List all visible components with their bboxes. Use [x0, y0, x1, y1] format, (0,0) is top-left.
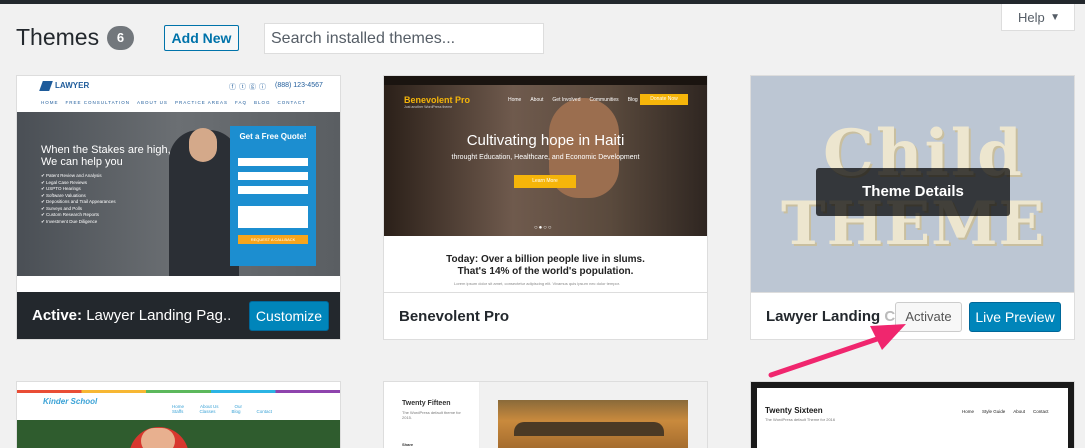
- preview-learn-more: Learn More: [514, 175, 576, 188]
- preview-lower: Today: Over a billion people live in slu…: [384, 236, 707, 292]
- preview-stripe: [17, 390, 340, 393]
- preview-topbar: [384, 76, 707, 85]
- theme-details-button[interactable]: Theme Details: [816, 168, 1010, 216]
- theme-card-kinder-school[interactable]: Kinder School Home About Us Our Staffs Clas…: [16, 381, 341, 448]
- theme-screenshot[interactable]: Benevolent Pro Just another WordPress th…: [384, 76, 707, 292]
- preview-nav: Home About Us Our Staffs Classes Blog Contact: [172, 404, 272, 414]
- theme-name: Active: Lawyer Landing Pag...: [32, 307, 232, 324]
- preview-donate-button: Donate Now: [640, 94, 688, 105]
- person-head: [189, 128, 217, 162]
- admin-top-bar: [0, 0, 1085, 4]
- help-label: Help: [1018, 10, 1045, 25]
- social-icons: ⓕⓣⓖⓘ: [229, 84, 269, 91]
- preview-quote-form: Get a Free Quote! REQUEST A CALLBACK: [230, 126, 316, 266]
- preview-logo: Kinder School: [43, 397, 98, 406]
- customize-button[interactable]: Customize: [249, 301, 329, 331]
- preview-title: Twenty Fifteen: [402, 400, 451, 407]
- preview-headline: Cultivating hope in Haiti: [466, 132, 625, 149]
- preview-nav: Home Style Guide About Contact: [962, 409, 1049, 414]
- page-title: Themes: [16, 24, 100, 50]
- preview-list: ✔ Patent Review and Analysis ✔ Legal Cas…: [41, 173, 116, 224]
- theme-screenshot[interactable]: Child THEME Theme Details: [751, 76, 1074, 292]
- preview-subline: throught Education, Healthcare, and Econ…: [451, 154, 640, 161]
- preview-subtitle: The WordPress default Theme for 2016: [765, 417, 836, 422]
- theme-card-twenty-fifteen[interactable]: Twenty Fifteen The WordPress default the…: [383, 381, 708, 448]
- live-preview-button[interactable]: Live Preview: [969, 302, 1061, 332]
- preview-logo: LAWYER: [55, 81, 90, 90]
- add-new-button[interactable]: Add New: [164, 25, 239, 51]
- theme-card-lawyer-landing[interactable]: LAWYER ⓕⓣⓖⓘ (888) 123-4567 HOME FREE CONS…: [16, 75, 341, 340]
- theme-count-badge: 6: [107, 26, 134, 50]
- preview-share: Share: [402, 442, 414, 447]
- preview-subtitle: The WordPress default theme for 2015.: [402, 410, 461, 420]
- theme-card-twenty-sixteen[interactable]: Twenty Sixteen The WordPress default The…: [750, 381, 1075, 448]
- preview-nav: HOME FREE CONSULTATION ABOUT US PRACTICE AR…: [41, 100, 306, 105]
- help-tab-button[interactable]: Help ▼: [1001, 4, 1075, 31]
- theme-card-benevolent-pro[interactable]: Benevolent Pro Just another WordPress th…: [383, 75, 708, 340]
- preview-nav: Home About Get Involved Communities Blog: [508, 97, 638, 103]
- theme-name-bar: Active: Lawyer Landing Pag... Customize: [17, 292, 340, 339]
- theme-name-bar: Lawyer Landing C Activate Live Preview: [751, 292, 1074, 339]
- preview-title: Twenty Sixteen: [765, 406, 823, 415]
- activate-button[interactable]: Activate: [895, 302, 962, 332]
- bridge-shape: [514, 422, 664, 436]
- theme-screenshot[interactable]: LAWYER ⓕⓣⓖⓘ (888) 123-4567 HOME FREE CONS…: [17, 76, 340, 292]
- slider-dots: ○●○○: [534, 225, 553, 231]
- caret-down-icon: ▼: [1050, 12, 1060, 23]
- theme-name: Benevolent Pro: [399, 308, 510, 325]
- preview-tagline: When the Stakes are high, We can help yo…: [41, 144, 171, 168]
- theme-card-lawyer-landing-child[interactable]: Child THEME Theme Details Lawyer Landing…: [750, 75, 1075, 340]
- theme-name-bar: Benevolent Pro: [384, 292, 707, 339]
- graduate-face: [141, 428, 175, 448]
- preview-topbar: [17, 382, 340, 390]
- theme-name: Lawyer Landing C: [766, 308, 896, 325]
- preview-logo: Benevolent Pro: [404, 95, 471, 105]
- theme-screenshot[interactable]: Kinder School Home About Us Our Staffs Clas…: [17, 382, 340, 448]
- preview-footer: [17, 276, 340, 292]
- theme-screenshot[interactable]: Twenty Sixteen The WordPress default The…: [751, 382, 1074, 448]
- preview-logo-sub: Just another WordPress theme: [404, 105, 453, 109]
- search-input[interactable]: [264, 23, 544, 54]
- preview-phone: (888) 123-4567: [275, 82, 323, 89]
- theme-screenshot[interactable]: Twenty Fifteen The WordPress default the…: [384, 382, 707, 448]
